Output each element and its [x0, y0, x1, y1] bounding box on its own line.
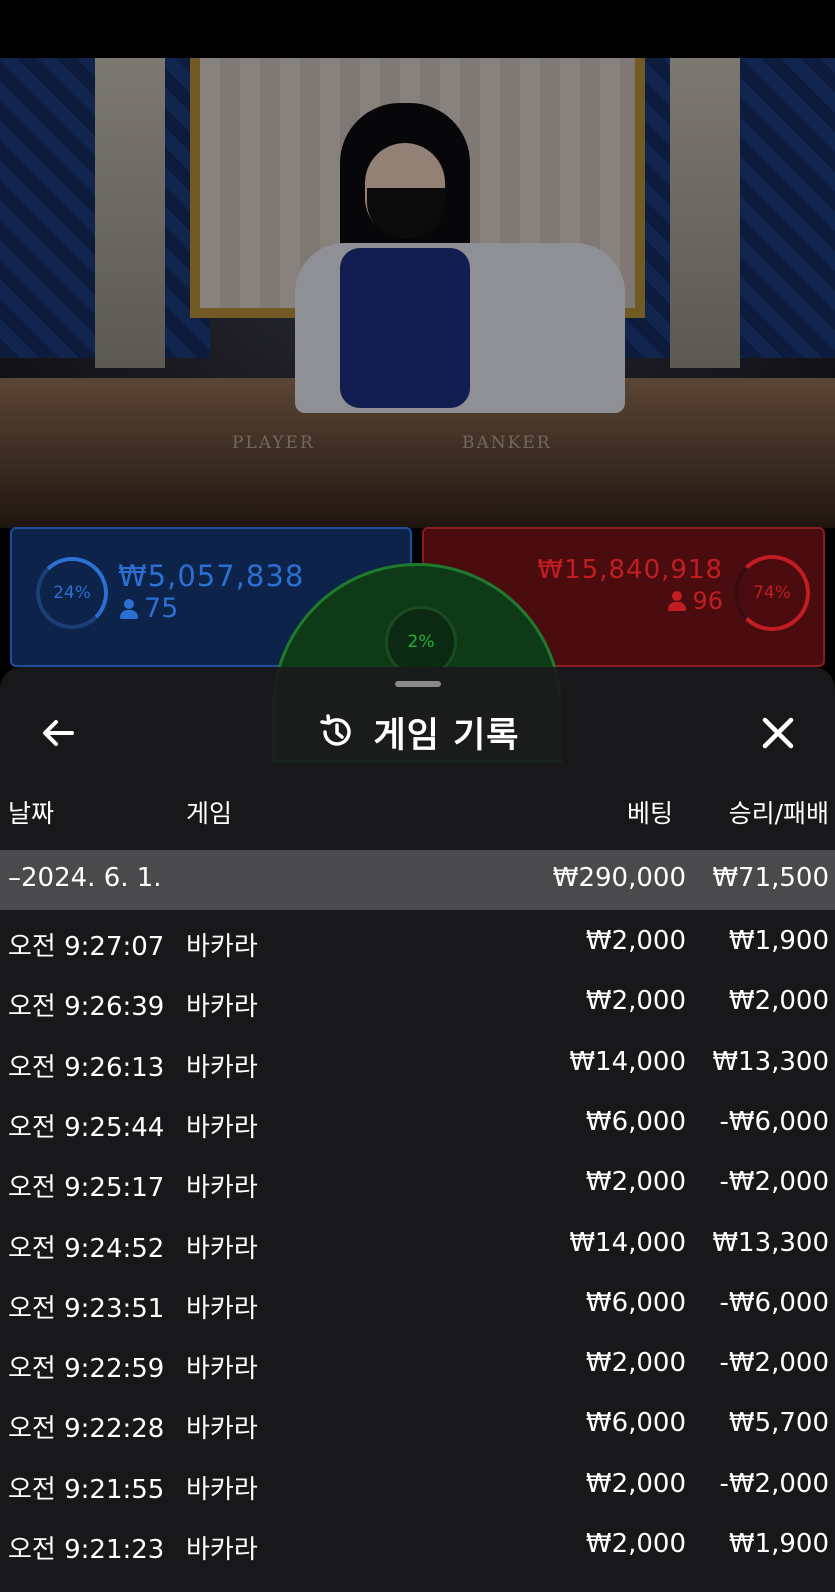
player-percent-ring: 24%: [36, 557, 108, 629]
player-count: 75: [120, 593, 178, 624]
row-bet: ₩2,000: [585, 1468, 686, 1499]
row-time: 오전 9:27:07: [8, 932, 165, 962]
column-header-game: 게임: [186, 799, 233, 828]
banker-count: 96: [668, 587, 723, 615]
row-game: 바카라: [186, 1535, 258, 1565]
row-bet: ₩6,000: [585, 1106, 686, 1137]
history-row[interactable]: 오전 9:26:13 바카라 ₩14,000 ₩13,300: [0, 1032, 835, 1092]
row-game: 바카라: [186, 992, 258, 1023]
row-bet: ₩2,000: [585, 926, 686, 956]
row-bet: ₩2,000: [585, 1348, 686, 1379]
summary-date: –2024. 6. 1.: [8, 863, 162, 893]
row-game: 바카라: [186, 1414, 258, 1445]
row-game: 바카라: [186, 1233, 258, 1264]
column-header-winloss: 승리/패배: [728, 799, 829, 828]
sheet-drag-handle[interactable]: [395, 681, 441, 687]
column-header-date: 날짜: [8, 799, 55, 828]
live-dealer-video: PLAYER BANKER: [0, 58, 835, 528]
row-bet: ₩14,000: [569, 1046, 686, 1077]
row-bet: ₩6,000: [585, 1287, 686, 1318]
row-winloss: ₩5,700: [728, 1408, 829, 1439]
person-icon: [120, 599, 138, 619]
history-row[interactable]: 오전 9:22:59 바카라 ₩2,000 -₩2,000: [0, 1333, 835, 1393]
history-row[interactable]: 오전 9:25:44 바카라 ₩6,000 -₩6,000: [0, 1092, 835, 1152]
history-row[interactable]: 오전 9:26:39 바카라 ₩2,000 ₩2,000: [0, 971, 835, 1031]
history-icon: [319, 714, 351, 746]
row-winloss: -₩2,000: [719, 1468, 829, 1499]
banker-amount: ₩15,840,918: [537, 555, 723, 585]
player-percent: 24%: [53, 583, 91, 603]
banker-percent: 74%: [753, 583, 791, 603]
row-game: 바카라: [186, 1474, 258, 1505]
summary-winloss: ₩71,500: [712, 863, 829, 893]
row-game: 바카라: [186, 1112, 258, 1143]
history-row[interactable]: 오전 9:21:55 바카라 ₩2,000 -₩2,000: [0, 1454, 835, 1514]
page-title: 게임 기록: [373, 715, 520, 756]
row-winloss: ₩13,300: [712, 1046, 829, 1077]
row-winloss: ₩1,900: [728, 926, 829, 956]
player-amount: ₩5,057,838: [118, 559, 305, 593]
history-row[interactable]: 오전 9:21:23 바카라 ₩2,000 ₩1,900: [0, 1514, 835, 1574]
row-bet: ₩2,000: [585, 1167, 686, 1198]
row-winloss: -₩2,000: [719, 1167, 829, 1198]
history-row[interactable]: 오전 9:22:28 바카라 ₩6,000 ₩5,700: [0, 1393, 835, 1453]
row-bet: ₩2,000: [585, 1529, 686, 1559]
row-winloss: ₩13,300: [712, 1227, 829, 1258]
row-time: 오전 9:25:44: [8, 1112, 165, 1143]
row-time: 오전 9:22:28: [8, 1414, 165, 1445]
row-bet: ₩14,000: [569, 1227, 686, 1258]
row-bet: ₩6,000: [585, 1408, 686, 1439]
person-icon: [668, 591, 687, 611]
row-winloss: -₩2,000: [719, 1348, 829, 1379]
row-game: 바카라: [186, 1052, 258, 1083]
row-winloss: -₩6,000: [719, 1106, 829, 1137]
history-row[interactable]: 오전 9:24:52 바카라 ₩14,000 ₩13,300: [0, 1213, 835, 1273]
sheet-header: 게임 기록: [0, 707, 835, 757]
date-summary-row[interactable]: –2024. 6. 1. ₩290,000 ₩71,500: [0, 850, 835, 910]
row-game: 바카라: [186, 1173, 258, 1204]
row-time: 오전 9:24:52: [8, 1233, 165, 1264]
row-time: 오전 9:22:59: [8, 1354, 165, 1385]
row-winloss: ₩2,000: [728, 986, 829, 1017]
history-row[interactable]: 오전 9:23:51 바카라 ₩6,000 -₩6,000: [0, 1273, 835, 1333]
column-header-bet: 베팅: [626, 799, 673, 828]
row-time: 오전 9:26:13: [8, 1052, 165, 1083]
close-icon[interactable]: [756, 711, 800, 755]
row-game: 바카라: [186, 1293, 258, 1324]
history-row[interactable]: 오전 9:25:17 바카라 ₩2,000 -₩2,000: [0, 1152, 835, 1212]
banker-percent-ring: 74%: [734, 555, 810, 631]
row-time: 오전 9:26:39: [8, 992, 165, 1023]
row-winloss: ₩1,900: [728, 1529, 829, 1559]
row-bet: ₩2,000: [585, 986, 686, 1017]
betting-area: 24% ₩5,057,838 75 ₩15,840,918 96 74% 2%: [0, 525, 835, 763]
row-game: 바카라: [186, 932, 258, 962]
summary-bet: ₩290,000: [552, 863, 686, 893]
tie-percent: 2%: [407, 632, 435, 652]
history-row[interactable]: 오전 9:27:07 바카라 ₩2,000 ₩1,900: [0, 911, 835, 971]
row-time: 오전 9:21:23: [8, 1535, 165, 1565]
row-time: 오전 9:21:55: [8, 1474, 165, 1505]
row-time: 오전 9:25:17: [8, 1173, 165, 1204]
row-time: 오전 9:23:51: [8, 1293, 165, 1324]
row-winloss: -₩6,000: [719, 1287, 829, 1318]
game-history-sheet: 게임 기록 날짜 게임 베팅 승리/패배 –2024. 6. 1. ₩290,0…: [0, 667, 835, 1592]
row-game: 바카라: [186, 1354, 258, 1385]
